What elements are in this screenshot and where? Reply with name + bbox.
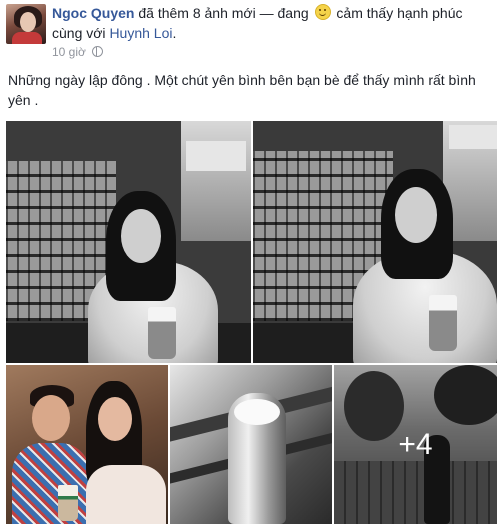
- more-photos-count[interactable]: +4: [334, 365, 497, 524]
- post-meta: 10 giờ: [52, 45, 104, 59]
- photo-1[interactable]: [6, 121, 251, 363]
- post-message: Những ngày lập đông . Một chút yên bình …: [8, 72, 476, 108]
- globe-icon[interactable]: [92, 46, 104, 57]
- photo-3[interactable]: [6, 365, 168, 524]
- author-name-link[interactable]: Ngoc Quyen: [52, 5, 134, 21]
- facebook-post: Ngoc Quyen đã thêm 8 ảnh mới — đang cảm …: [0, 0, 503, 524]
- action-text: đã thêm 8 ảnh mới — đang: [138, 5, 309, 21]
- photo-4[interactable]: [170, 365, 332, 524]
- tagged-suffix: .: [172, 25, 177, 41]
- post-header: Ngoc Quyen đã thêm 8 ảnh mới — đang cảm …: [52, 3, 492, 43]
- photo-5-more[interactable]: +4: [334, 365, 497, 524]
- photo-2[interactable]: [253, 121, 497, 363]
- smiley-emoji-icon: [314, 4, 331, 20]
- author-avatar[interactable]: [6, 4, 46, 44]
- tagged-friend-link[interactable]: Huynh Loi: [109, 25, 172, 41]
- timestamp-link[interactable]: 10 giờ: [52, 45, 86, 59]
